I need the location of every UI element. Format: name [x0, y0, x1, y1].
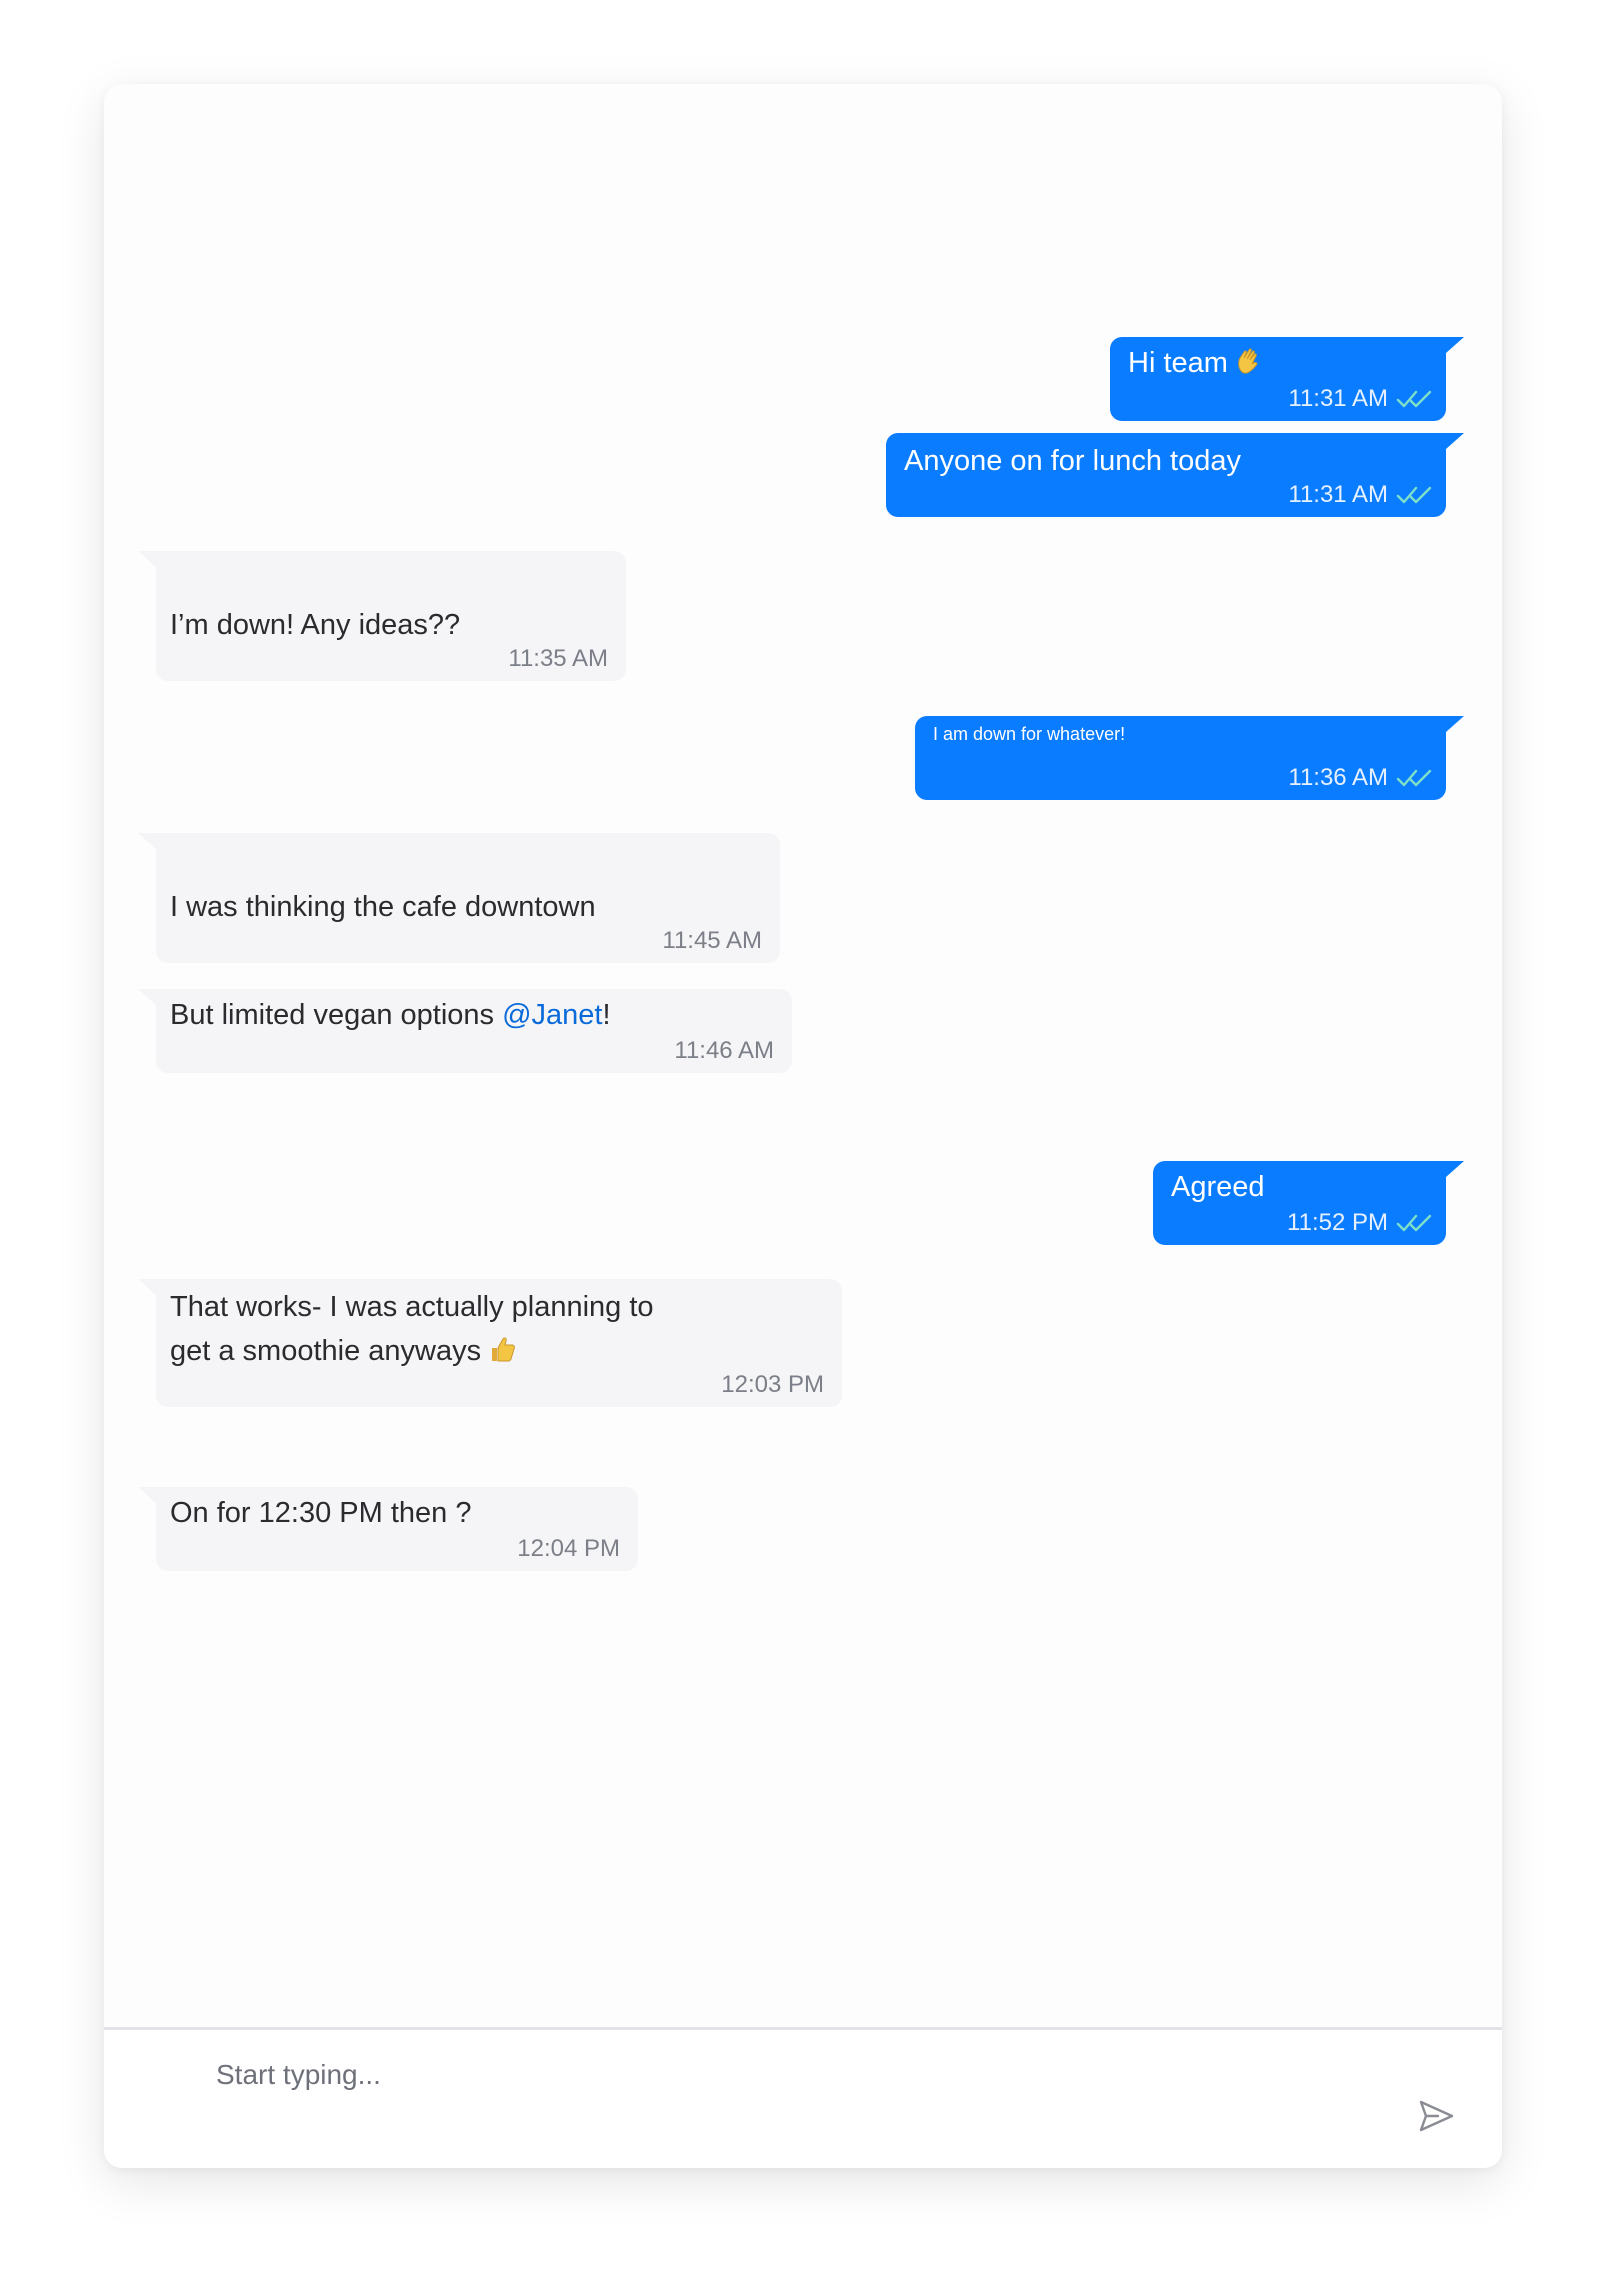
message-meta: 11:31 AM [1288, 481, 1434, 509]
send-button[interactable] [1410, 2090, 1462, 2142]
thumbs-up-icon [487, 1333, 517, 1377]
mention-link[interactable]: @Janet [502, 999, 602, 1031]
double-check-icon [1396, 390, 1432, 408]
message-text: get a smoothie anyways [170, 1329, 517, 1377]
message-time: 11:36 AM [1288, 764, 1388, 791]
message-meta: 12:04 PM [517, 1535, 620, 1563]
outgoing-message: I am down for whatever! 11:36 AM [915, 716, 1464, 800]
message-meta: 11:46 AM [674, 1037, 774, 1065]
message-time: 11:45 AM [662, 927, 762, 954]
message-meta: 11:36 AM [1288, 764, 1434, 792]
message-text: Hi team [1128, 341, 1264, 389]
chat-window: Hi team 11:31 AM Anyone on for lunch tod… [104, 84, 1502, 2168]
double-check-icon [1396, 1214, 1432, 1232]
message-text: I am down for whatever! [933, 724, 1126, 744]
send-icon [1419, 2100, 1454, 2132]
message-time: 11:46 AM [674, 1037, 774, 1064]
message-text-line1: That works- I was actually planning to [170, 1291, 654, 1323]
double-check-icon [1396, 486, 1432, 504]
message-time: 11:35 AM [508, 645, 608, 672]
message-meta: 11:31 AM [1288, 385, 1434, 413]
message-time: 12:03 PM [721, 1371, 824, 1398]
message-text: Anyone on for lunch today [904, 445, 1241, 477]
message-text-content: But limited vegan options [170, 999, 503, 1031]
message-text: That works- I was actually planning to [170, 1285, 654, 1329]
incoming-message: On for 12:30 PM then ? 12:04 PM [138, 1487, 638, 1571]
message-time: 12:04 PM [517, 1535, 620, 1562]
message-meta: 11:45 AM [662, 927, 762, 955]
message-composer [104, 2027, 1502, 2168]
waving-hand-icon [1234, 345, 1264, 389]
message-time: 11:52 PM [1287, 1209, 1388, 1236]
outgoing-message: Hi team 11:31 AM [1110, 337, 1464, 421]
message-text: On for 12:30 PM then ? [170, 1497, 472, 1529]
incoming-message: That works- I was actually planning to g… [138, 1279, 842, 1407]
message-text: I was thinking the cafe downtown [170, 891, 596, 923]
incoming-message: I was thinking the cafe downtown 11:45 A… [138, 833, 780, 963]
incoming-message: I’m down! Any ideas?? 11:35 AM [138, 551, 626, 681]
message-time: 11:31 AM [1288, 385, 1388, 412]
message-meta: 12:03 PM [721, 1371, 824, 1399]
message-meta: 11:35 AM [508, 645, 608, 673]
message-text-content: Hi team [1128, 347, 1228, 379]
message-text-suffix: ! [602, 999, 611, 1031]
incoming-message: But limited vegan options @Janet! 11:46 … [138, 989, 792, 1073]
message-text: Agreed [1171, 1171, 1265, 1203]
message-text: But limited vegan options @Janet! [170, 993, 611, 1037]
message-text-line2: get a smoothie anyways [170, 1335, 482, 1367]
outgoing-message: Agreed 11:52 PM [1153, 1161, 1464, 1245]
outgoing-message: Anyone on for lunch today 11:31 AM [886, 433, 1464, 517]
message-text: I’m down! Any ideas?? [170, 609, 461, 641]
double-check-icon [1396, 769, 1432, 787]
message-time: 11:31 AM [1288, 481, 1388, 508]
message-meta: 11:52 PM [1287, 1209, 1434, 1237]
message-input[interactable] [214, 2052, 1318, 2098]
